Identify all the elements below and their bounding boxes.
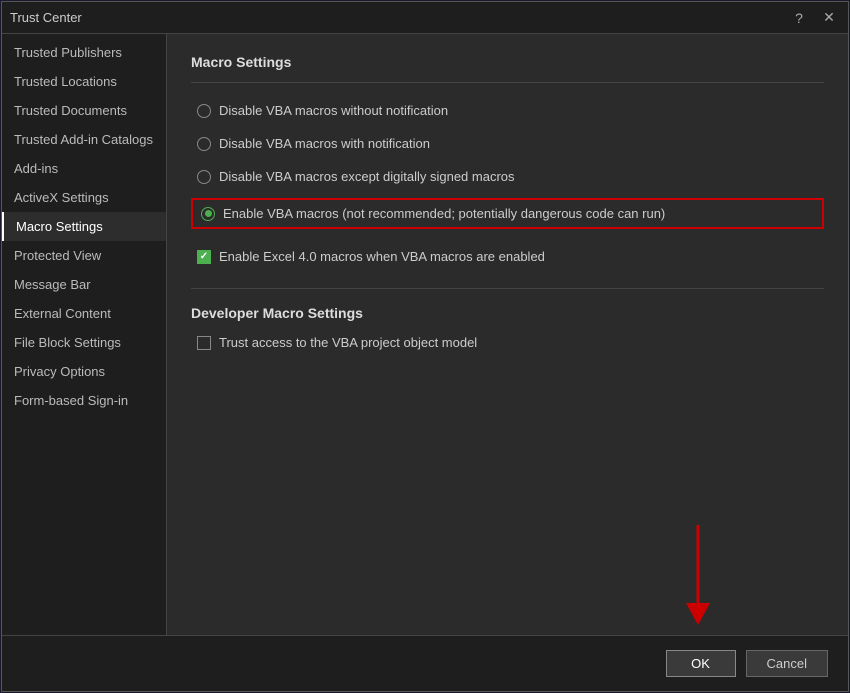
close-button[interactable]: ✕	[818, 7, 840, 29]
main-content: Macro Settings Disable VBA macros withou…	[167, 34, 848, 635]
sidebar-item-file-block-settings[interactable]: File Block Settings	[2, 328, 166, 357]
radio-circle-2	[197, 137, 211, 151]
sidebar: Trusted Publishers Trusted Locations Tru…	[2, 34, 167, 635]
sidebar-item-add-ins[interactable]: Add-ins	[2, 154, 166, 183]
radio-circle-3	[197, 170, 211, 184]
radio-label-1: Disable VBA macros without notification	[219, 103, 448, 118]
checkbox-trust-vba[interactable]	[197, 336, 211, 350]
sidebar-item-trusted-publishers[interactable]: Trusted Publishers	[2, 38, 166, 67]
radio-disable-except-signed[interactable]: Disable VBA macros except digitally sign…	[191, 165, 824, 188]
help-button[interactable]: ?	[788, 7, 810, 29]
sidebar-item-form-based-sign-in[interactable]: Form-based Sign-in	[2, 386, 166, 415]
dialog-body: Trusted Publishers Trusted Locations Tru…	[2, 34, 848, 635]
title-bar-right: ? ✕	[788, 7, 840, 29]
radio-label-2: Disable VBA macros with notification	[219, 136, 430, 151]
checkbox-excel4[interactable]	[197, 250, 211, 264]
sidebar-item-protected-view[interactable]: Protected View	[2, 241, 166, 270]
dev-macro-settings-title: Developer Macro Settings	[191, 305, 824, 321]
radio-enable-vba[interactable]: Enable VBA macros (not recommended; pote…	[191, 198, 824, 229]
sidebar-item-message-bar[interactable]: Message Bar	[2, 270, 166, 299]
section-divider	[191, 82, 824, 83]
title-bar-left: Trust Center	[10, 10, 82, 25]
sidebar-item-privacy-options[interactable]: Privacy Options	[2, 357, 166, 386]
sidebar-item-trusted-locations[interactable]: Trusted Locations	[2, 67, 166, 96]
checkbox-excel4-label: Enable Excel 4.0 macros when VBA macros …	[219, 249, 545, 264]
radio-label-3: Disable VBA macros except digitally sign…	[219, 169, 515, 184]
sidebar-item-trusted-add-in-catalogs[interactable]: Trusted Add-in Catalogs	[2, 125, 166, 154]
radio-disable-with-notify[interactable]: Disable VBA macros with notification	[191, 132, 824, 155]
dev-divider	[191, 288, 824, 289]
title-bar: Trust Center ? ✕	[2, 2, 848, 34]
radio-circle-4	[201, 207, 215, 221]
radio-circle-1	[197, 104, 211, 118]
ok-button[interactable]: OK	[666, 650, 736, 677]
checkbox-excel4-row[interactable]: Enable Excel 4.0 macros when VBA macros …	[191, 245, 824, 268]
checkbox-trust-vba-row[interactable]: Trust access to the VBA project object m…	[191, 331, 824, 354]
radio-label-4: Enable VBA macros (not recommended; pote…	[223, 206, 665, 221]
dialog-footer: OK Cancel	[2, 635, 848, 691]
dialog-title: Trust Center	[10, 10, 82, 25]
cancel-button[interactable]: Cancel	[746, 650, 828, 677]
macro-settings-title: Macro Settings	[191, 54, 824, 70]
sidebar-item-activex-settings[interactable]: ActiveX Settings	[2, 183, 166, 212]
trust-center-dialog: Trust Center ? ✕ Trusted Publishers Trus…	[1, 1, 849, 692]
sidebar-item-external-content[interactable]: External Content	[2, 299, 166, 328]
checkbox-trust-vba-label: Trust access to the VBA project object m…	[219, 335, 477, 350]
macro-radio-group: Disable VBA macros without notification …	[191, 99, 824, 229]
sidebar-item-macro-settings[interactable]: Macro Settings	[2, 212, 166, 241]
radio-disable-no-notify[interactable]: Disable VBA macros without notification	[191, 99, 824, 122]
sidebar-item-trusted-documents[interactable]: Trusted Documents	[2, 96, 166, 125]
